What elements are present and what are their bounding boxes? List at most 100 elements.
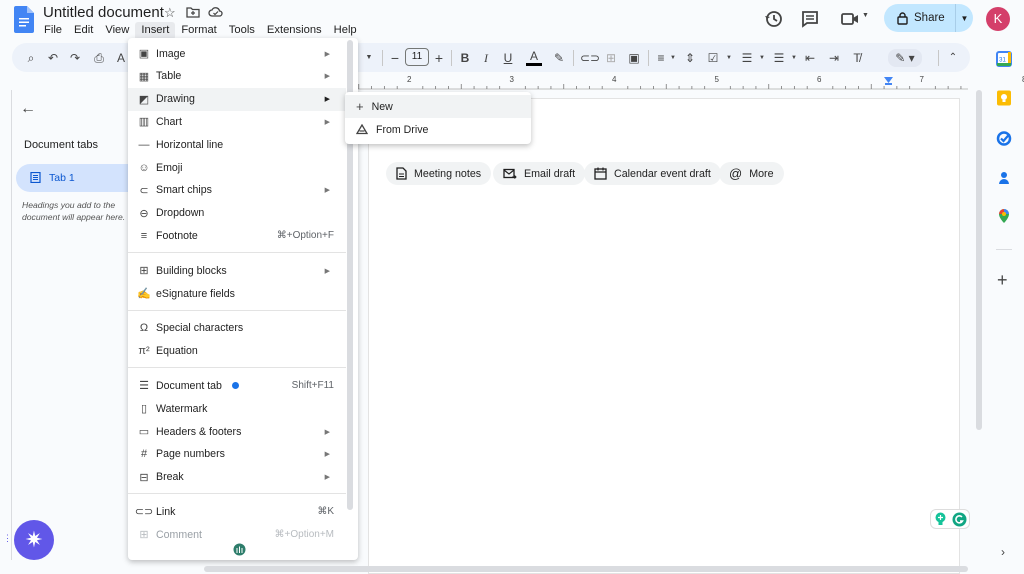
menu-item-link[interactable]: ⊂⊃ Link ⌘K bbox=[128, 500, 346, 523]
menu-item-esignature-fields[interactable]: ✍ eSignature fields bbox=[128, 282, 346, 305]
right-indent-marker-icon[interactable] bbox=[884, 77, 893, 85]
submenu-item-from-drive[interactable]: From Drive bbox=[345, 118, 531, 141]
horizontal-scrollbar[interactable] bbox=[204, 566, 968, 572]
menu-item-footnote[interactable]: ≡ Footnote ⌘+Option+F bbox=[128, 224, 346, 247]
grammarly-widget[interactable] bbox=[930, 509, 970, 529]
bulleted-list-icon[interactable]: ☰ bbox=[740, 50, 754, 66]
numbered-list-icon[interactable]: ☰ bbox=[772, 50, 786, 66]
menu-edit[interactable]: Edit bbox=[68, 22, 99, 40]
clear-formatting-icon[interactable]: T̸ bbox=[850, 50, 864, 66]
decrease-font-size-icon[interactable]: − bbox=[389, 50, 401, 66]
bulleted-list-dropdown-icon[interactable]: ▼ bbox=[758, 50, 766, 66]
avatar[interactable]: K bbox=[986, 7, 1010, 31]
assistant-fab-button[interactable]: ✷ bbox=[14, 520, 54, 560]
star-icon[interactable]: ☆ bbox=[164, 5, 176, 21]
cloud-status-icon[interactable] bbox=[208, 6, 223, 18]
search-menus-icon[interactable]: ⌕ bbox=[24, 50, 38, 66]
insert-image-icon[interactable]: ▣ bbox=[627, 50, 641, 66]
add-comment-icon[interactable]: ⊞ bbox=[604, 50, 618, 66]
decrease-indent-icon[interactable]: ⇤ bbox=[803, 50, 817, 66]
ruler-number: 7 bbox=[919, 75, 924, 84]
menu-item-horizontal-line[interactable]: — Horizontal line bbox=[128, 133, 346, 156]
link-icon[interactable]: ⊂⊃ bbox=[580, 50, 600, 66]
at-icon: @ bbox=[729, 166, 743, 181]
extension-badge-icon[interactable] bbox=[233, 543, 246, 556]
checklist-dropdown-icon[interactable]: ▼ bbox=[725, 50, 733, 66]
menu-item-headers-footers[interactable]: ▭ Headers & footers ▶ bbox=[128, 420, 346, 443]
menu-item-label: Document tab bbox=[156, 379, 222, 392]
chip-label: Calendar event draft bbox=[614, 167, 711, 180]
menu-item-chart[interactable]: ▥ Chart ▶ bbox=[128, 110, 346, 133]
align-icon[interactable]: ≡ bbox=[654, 50, 668, 66]
chip-calendar-event-draft[interactable]: Calendar event draft bbox=[584, 162, 721, 185]
maps-app-icon[interactable] bbox=[996, 208, 1012, 224]
calendar-app-icon[interactable]: 31 bbox=[996, 51, 1012, 67]
meet-icon[interactable] bbox=[840, 9, 860, 29]
menu-item-building-blocks[interactable]: ⊞ Building blocks ▶ bbox=[128, 259, 346, 282]
meet-dropdown-icon[interactable]: ▼ bbox=[862, 12, 869, 19]
share-button[interactable]: Share ▼ bbox=[884, 4, 973, 32]
font-size-input[interactable]: 11 bbox=[405, 48, 429, 66]
document-title[interactable]: Untitled document bbox=[43, 4, 164, 21]
editing-mode-button[interactable]: ✎ ▾ bbox=[888, 49, 922, 67]
bold-icon[interactable]: B bbox=[459, 50, 471, 66]
menu-item-page-numbers[interactable]: # Page numbers ▶ bbox=[128, 443, 346, 466]
menu-item-smart-chips[interactable]: ⊂ Smart chips ▶ bbox=[128, 179, 346, 202]
font-dropdown-icon[interactable]: ▼ bbox=[364, 50, 374, 66]
menu-item-label: Comment bbox=[156, 528, 202, 541]
menu-item-dropdown[interactable]: ⊖ Dropdown bbox=[128, 202, 346, 225]
tasks-app-icon[interactable] bbox=[996, 130, 1012, 146]
menu-item-shortcut: ⌘+Option+F bbox=[276, 230, 334, 242]
grammarly-icon[interactable] bbox=[952, 512, 967, 527]
menu-item-special-characters[interactable]: Ω Special characters bbox=[128, 317, 346, 340]
increase-indent-icon[interactable]: ⇥ bbox=[827, 50, 841, 66]
menu-item-break[interactable]: ⊟ Break ▶ bbox=[128, 466, 346, 489]
italic-icon[interactable]: I bbox=[480, 50, 492, 66]
submenu-item-new[interactable]: + New bbox=[345, 95, 531, 118]
text-color-icon[interactable]: A bbox=[526, 50, 542, 66]
chip-meeting-notes[interactable]: Meeting notes bbox=[386, 162, 492, 185]
highlight-icon[interactable]: ✎ bbox=[552, 50, 566, 66]
break-icon: ⊟ bbox=[139, 471, 149, 484]
share-dropdown-icon[interactable]: ▼ bbox=[956, 14, 973, 23]
line-spacing-icon[interactable]: ⇕ bbox=[683, 50, 697, 66]
underline-icon[interactable]: U bbox=[502, 50, 514, 66]
comment-icon[interactable] bbox=[800, 9, 820, 29]
menu-item-drawing[interactable]: ◩ Drawing ▶ bbox=[128, 87, 346, 111]
spellcheck-icon[interactable]: A bbox=[114, 50, 128, 66]
menu-item-watermark[interactable]: ▯ Watermark bbox=[128, 397, 346, 420]
increase-font-size-icon[interactable]: + bbox=[433, 50, 445, 66]
menu-item-equation[interactable]: π² Equation bbox=[128, 340, 346, 363]
horizontal-line-icon: — bbox=[138, 138, 150, 151]
docs-logo-icon[interactable] bbox=[14, 6, 34, 33]
align-dropdown-icon[interactable]: ▼ bbox=[669, 50, 677, 66]
redo-icon[interactable]: ↷ bbox=[68, 50, 82, 66]
get-add-ons-plus-icon[interactable]: + bbox=[997, 270, 1008, 291]
suggestion-bulb-icon[interactable] bbox=[934, 512, 947, 526]
menu-item-document-tab[interactable]: ☰ Document tab Shift+F11 bbox=[128, 374, 346, 397]
undo-icon[interactable]: ↶ bbox=[46, 50, 60, 66]
chip-more[interactable]: @ More bbox=[719, 162, 784, 185]
move-folder-icon[interactable] bbox=[186, 6, 200, 18]
document-tabs-heading: Document tabs bbox=[24, 139, 98, 151]
chart-icon: ▥ bbox=[138, 116, 150, 129]
menu-file[interactable]: File bbox=[38, 22, 68, 40]
contacts-app-icon[interactable] bbox=[996, 170, 1012, 186]
vertical-scrollbar[interactable] bbox=[976, 90, 982, 430]
keep-app-icon[interactable] bbox=[996, 90, 1012, 106]
menu-item-table[interactable]: ▦ Table ▶ bbox=[128, 65, 346, 88]
back-arrow-icon[interactable]: ← bbox=[20, 100, 36, 118]
dropdown-icon: ⊖ bbox=[139, 207, 149, 220]
ruler[interactable] bbox=[358, 76, 968, 90]
menu-item-image[interactable]: ▣ Image ▶ bbox=[128, 42, 346, 65]
chip-email-draft[interactable]: Email draft bbox=[493, 162, 586, 185]
numbered-list-dropdown-icon[interactable]: ▼ bbox=[790, 50, 798, 66]
collapse-menus-icon[interactable]: ⌃ bbox=[947, 50, 959, 66]
menu-item-emoji[interactable]: ☺ Emoji bbox=[128, 156, 346, 179]
expand-side-panel-icon[interactable]: › bbox=[1001, 545, 1005, 559]
history-icon[interactable] bbox=[764, 9, 784, 29]
ruler-number: 4 bbox=[612, 75, 617, 84]
menu-item-label: Special characters bbox=[156, 322, 244, 335]
checklist-icon[interactable]: ☑ bbox=[706, 50, 720, 66]
print-icon[interactable]: ⎙ bbox=[92, 50, 106, 66]
